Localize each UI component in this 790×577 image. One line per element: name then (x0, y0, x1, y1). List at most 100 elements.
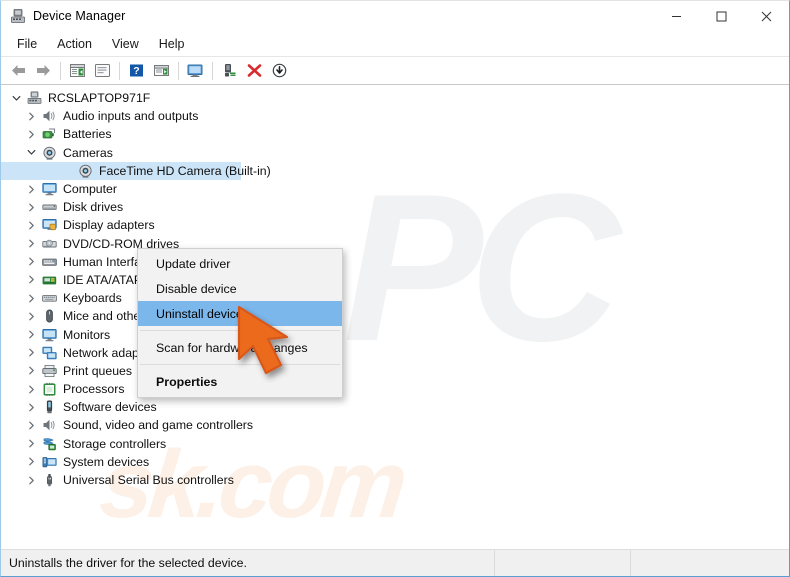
context-menu[interactable]: Update driver Disable device Uninstall d… (137, 248, 343, 398)
tree-node[interactable]: Processors (1, 380, 789, 398)
menu-help[interactable]: Help (149, 34, 195, 54)
update-driver-icon[interactable] (149, 59, 174, 83)
tree-node[interactable]: Computer (1, 180, 789, 198)
tree-node[interactable]: Cameras (1, 144, 789, 162)
scan-hardware-changes-icon[interactable] (183, 59, 208, 83)
chevron-down-icon[interactable] (7, 94, 25, 103)
tree-node[interactable]: Mice and other pointing devices (1, 307, 789, 325)
device-tree[interactable]: RCSLAPTOP971F Audio inputs and outputs Ba… (1, 85, 789, 489)
forward-icon[interactable] (31, 59, 56, 83)
tree-node[interactable]: Sound, video and game controllers (1, 416, 789, 434)
help-icon[interactable]: ? (124, 59, 149, 83)
status-bar-panel-3 (631, 550, 789, 577)
tree-node-label: Batteries (63, 127, 112, 142)
chevron-right-icon[interactable] (22, 385, 40, 394)
chevron-down-icon[interactable] (22, 148, 40, 157)
chevron-right-icon[interactable] (22, 312, 40, 321)
uninstall-device-icon[interactable] (242, 59, 267, 83)
tree-node[interactable]: Batteries (1, 125, 789, 143)
menu-file[interactable]: File (7, 34, 47, 54)
usb-icon (40, 472, 58, 488)
device-manager-icon (10, 8, 26, 24)
show-hide-console-tree-icon[interactable] (65, 59, 90, 83)
tree-node[interactable]: Display adapters (1, 216, 789, 234)
printer-icon (40, 363, 58, 379)
camera-icon (40, 145, 58, 161)
chevron-right-icon[interactable] (22, 439, 40, 448)
network-adapter-icon (40, 345, 58, 361)
chevron-right-icon[interactable] (22, 185, 40, 194)
toolbar-separator-4 (212, 61, 213, 80)
chevron-right-icon[interactable] (22, 330, 40, 339)
tree-children: Audio inputs and outputs Batteries Cameras… (1, 107, 789, 489)
chevron-right-icon[interactable] (22, 221, 40, 230)
maximize-button[interactable] (699, 1, 744, 32)
chevron-right-icon[interactable] (22, 203, 40, 212)
menu-action[interactable]: Action (47, 34, 102, 54)
context-menu-separator-1 (140, 330, 340, 331)
chevron-right-icon[interactable] (22, 457, 40, 466)
tree-node[interactable]: DVD/CD-ROM drives (1, 235, 789, 253)
tree-node[interactable]: Disk drives (1, 198, 789, 216)
chevron-right-icon[interactable] (22, 275, 40, 284)
title-bar: Device Manager (1, 1, 789, 32)
chevron-right-icon[interactable] (22, 239, 40, 248)
tree-node[interactable]: Keyboards (1, 289, 789, 307)
menu-view[interactable]: View (102, 34, 149, 54)
tree-node-label: Monitors (63, 327, 111, 342)
tree-node-label: Display adapters (63, 218, 155, 233)
close-button[interactable] (744, 1, 789, 32)
chevron-right-icon[interactable] (22, 421, 40, 430)
speaker-icon (40, 417, 58, 433)
tree-node[interactable]: System devices (1, 453, 789, 471)
device-tree-pane[interactable]: PC sk.com RCSLAPTOP971F Audio inputs and… (1, 85, 789, 548)
tree-node[interactable]: Software devices (1, 398, 789, 416)
back-icon[interactable] (6, 59, 31, 83)
tree-node[interactable]: FaceTime HD Camera (Built-in) (1, 161, 789, 180)
tree-node-label: Software devices (63, 400, 157, 415)
tree-node-label: Keyboards (63, 291, 122, 306)
toolbar-separator-3 (178, 61, 179, 80)
tree-node[interactable]: Audio inputs and outputs (1, 107, 789, 125)
chevron-right-icon[interactable] (22, 348, 40, 357)
tree-node-label: Audio inputs and outputs (63, 109, 199, 124)
properties-icon[interactable] (90, 59, 115, 83)
computer-root-icon (25, 90, 43, 106)
chevron-right-icon[interactable] (22, 130, 40, 139)
tree-node[interactable]: IDE ATA/ATAPI controllers (1, 271, 789, 289)
chevron-right-icon[interactable] (22, 476, 40, 485)
context-menu-separator-2 (140, 364, 340, 365)
tree-node[interactable]: Print queues (1, 362, 789, 380)
tree-node-label: Print queues (63, 363, 133, 378)
chevron-right-icon[interactable] (22, 403, 40, 412)
chevron-right-icon[interactable] (22, 294, 40, 303)
keyboard-icon (40, 290, 58, 306)
context-menu-item-properties[interactable]: Properties (138, 369, 342, 394)
camera-icon (76, 163, 94, 179)
minimize-button[interactable] (654, 1, 699, 32)
tree-node[interactable]: Storage controllers (1, 435, 789, 453)
tree-node[interactable]: Human Interface Devices (1, 253, 789, 271)
chevron-right-icon[interactable] (22, 112, 40, 121)
tree-node[interactable]: Universal Serial Bus controllers (1, 471, 789, 489)
disable-device-icon[interactable] (267, 59, 292, 83)
tree-node[interactable]: Network adapters (1, 344, 789, 362)
ide-controller-icon (40, 272, 58, 288)
context-menu-item-uninstall-device[interactable]: Uninstall device (138, 301, 342, 326)
context-menu-item-disable-device[interactable]: Disable device (138, 276, 342, 301)
monitor-icon (40, 181, 58, 197)
tree-node-label: Cameras (63, 145, 113, 160)
menu-bar: File Action View Help (1, 32, 789, 57)
dvd-drive-icon (40, 236, 58, 252)
context-menu-item-update-driver[interactable]: Update driver (138, 251, 342, 276)
chevron-right-icon[interactable] (22, 257, 40, 266)
monitor-icon (40, 327, 58, 343)
tree-root-node[interactable]: RCSLAPTOP971F (1, 89, 789, 107)
hid-icon (40, 254, 58, 270)
chevron-right-icon[interactable] (22, 366, 40, 375)
enable-device-icon[interactable] (217, 59, 242, 83)
context-menu-item-scan-for-hardware-changes[interactable]: Scan for hardware changes (138, 335, 342, 360)
system-device-icon (40, 454, 58, 470)
status-bar: Uninstalls the driver for the selected d… (1, 549, 789, 576)
tree-node[interactable]: Monitors (1, 325, 789, 343)
